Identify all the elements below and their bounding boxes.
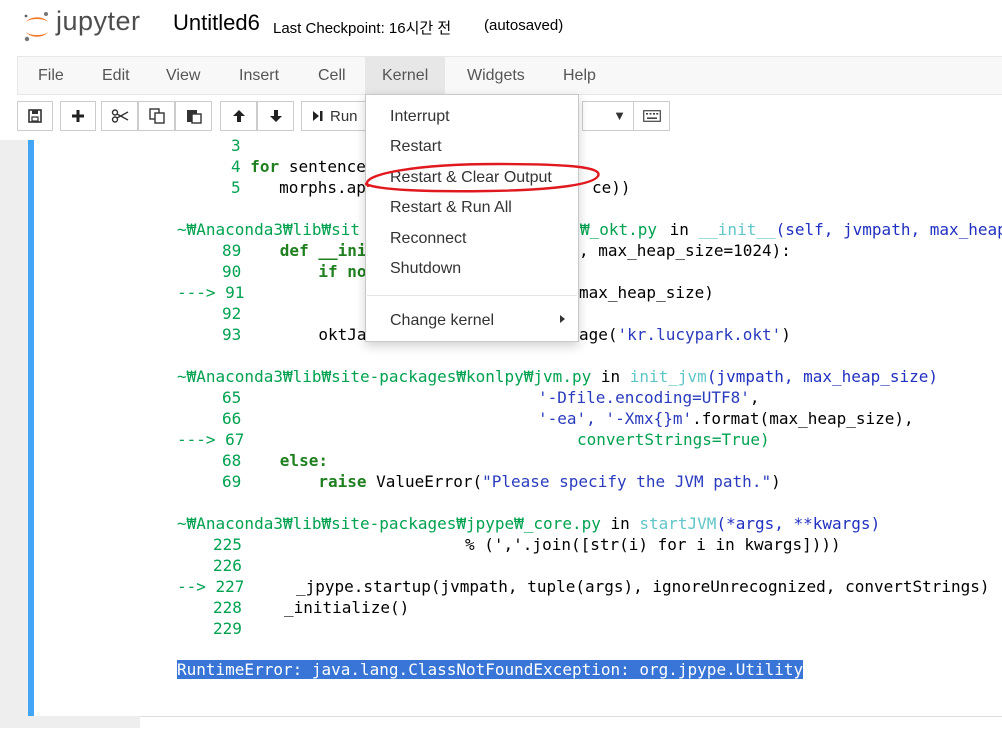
run-icon xyxy=(313,111,323,121)
menu-item-reconnect[interactable]: Reconnect xyxy=(390,230,467,248)
tb-line: 69 raise ValueError("Please specify the … xyxy=(222,472,781,491)
menu-item-interrupt[interactable]: Interrupt xyxy=(390,108,450,126)
keyboard-icon xyxy=(642,110,661,122)
move-up-button[interactable] xyxy=(220,101,257,131)
menu-item-change-kernel[interactable]: Change kernel xyxy=(390,312,494,330)
horizontal-scrollbar[interactable] xyxy=(140,716,1002,729)
cell-selection-bar xyxy=(28,140,34,716)
command-palette-button[interactable] xyxy=(633,101,670,131)
run-button[interactable]: Run xyxy=(301,101,367,131)
tb-line: 93 oktJa age('kr.lucypark.okt') xyxy=(222,325,791,344)
header: jupyter Untitled6 Last Checkpoint: 16시간 … xyxy=(0,0,1002,52)
tb-line: ---> 91 max_heap_size) xyxy=(177,283,714,302)
tb-line: --> 227 _jpype.startup(jvmpath, tuple(arg… xyxy=(177,577,990,596)
tb-line: 66 '-ea', '-Xmx{}m'.format(max_heap_size)… xyxy=(222,409,914,428)
jupyter-logo-icon[interactable] xyxy=(22,8,52,44)
tb-line: 228 _initialize() xyxy=(213,598,410,617)
tb-line: 90 if no xyxy=(222,262,367,281)
menu-view[interactable]: View xyxy=(149,57,217,94)
tb-line: 3 xyxy=(231,136,241,155)
tb-frame-header: ~₩Anaconda3₩lib₩sit ₩_okt.py in __init__(… xyxy=(177,220,1002,239)
tb-line: 68 else: xyxy=(222,451,328,470)
paste-button[interactable] xyxy=(175,101,212,131)
menu-kernel[interactable]: Kernel xyxy=(365,57,446,94)
cell-type-select[interactable]: ▼ xyxy=(582,101,635,131)
save-button[interactable] xyxy=(17,101,53,131)
insert-cell-button[interactable] xyxy=(60,101,96,131)
tb-line: ---> 67 convertStrings=True) xyxy=(177,430,770,449)
move-down-button[interactable] xyxy=(257,101,294,131)
tb-line: 5 morphs.ap ce)) xyxy=(231,178,631,197)
tb-frame-header: ~₩Anaconda3₩lib₩site-packages₩konlpy₩jvm… xyxy=(177,367,938,386)
chevron-right-icon xyxy=(560,315,565,323)
menu-cell[interactable]: Cell xyxy=(301,57,363,94)
kernel-dropdown-menu: Interrupt Restart Restart & Clear Output… xyxy=(365,94,579,342)
menubar: File Edit View Insert Cell Kernel Widget… xyxy=(17,56,1002,95)
tb-line: 4 for sentence xyxy=(231,157,366,176)
autosave-status: (autosaved) xyxy=(484,17,564,34)
copy-icon xyxy=(148,108,165,124)
paste-icon xyxy=(186,110,202,124)
tb-line: 226 xyxy=(213,556,242,575)
menu-divider xyxy=(367,295,577,296)
plus-icon xyxy=(72,110,84,122)
tb-line: 65 '-Dfile.encoding=UTF8', xyxy=(222,388,760,407)
tb-line: 225% (','.join([str(i) for i in kwargs])… xyxy=(213,535,841,554)
menu-item-restart-clear-output[interactable]: Restart & Clear Output xyxy=(390,169,552,187)
save-icon xyxy=(28,109,42,123)
error-message: RuntimeError: java.lang.ClassNotFoundExc… xyxy=(177,660,804,679)
arrow-down-icon xyxy=(269,110,282,122)
jupyter-wordmark[interactable]: jupyter xyxy=(56,6,141,37)
arrow-up-icon xyxy=(232,110,245,122)
menu-edit[interactable]: Edit xyxy=(85,57,147,94)
menu-help[interactable]: Help xyxy=(546,57,613,94)
tb-frame-header: ~₩Anaconda3₩lib₩site-packages₩jpype₩_cor… xyxy=(177,514,881,533)
copy-button[interactable] xyxy=(138,101,175,131)
chevron-down-icon: ▼ xyxy=(613,108,626,123)
tb-line: 89 def __ini, max_heap_size=1024): xyxy=(222,241,791,260)
cut-button[interactable] xyxy=(101,101,138,131)
menu-widgets[interactable]: Widgets xyxy=(450,57,542,94)
menu-item-restart[interactable]: Restart xyxy=(390,138,442,156)
tb-line: 92 xyxy=(222,304,242,323)
menu-item-shutdown[interactable]: Shutdown xyxy=(390,260,461,278)
menu-file[interactable]: File xyxy=(21,57,81,94)
scissors-icon xyxy=(111,109,128,123)
run-label: Run xyxy=(330,107,358,125)
notebook-title[interactable]: Untitled6 xyxy=(173,10,260,36)
menu-item-restart-run-all[interactable]: Restart & Run All xyxy=(390,199,512,217)
checkpoint-status: Last Checkpoint: 16시간 전 xyxy=(273,20,452,37)
tb-line: 229 xyxy=(213,619,242,638)
menu-insert[interactable]: Insert xyxy=(222,57,296,94)
